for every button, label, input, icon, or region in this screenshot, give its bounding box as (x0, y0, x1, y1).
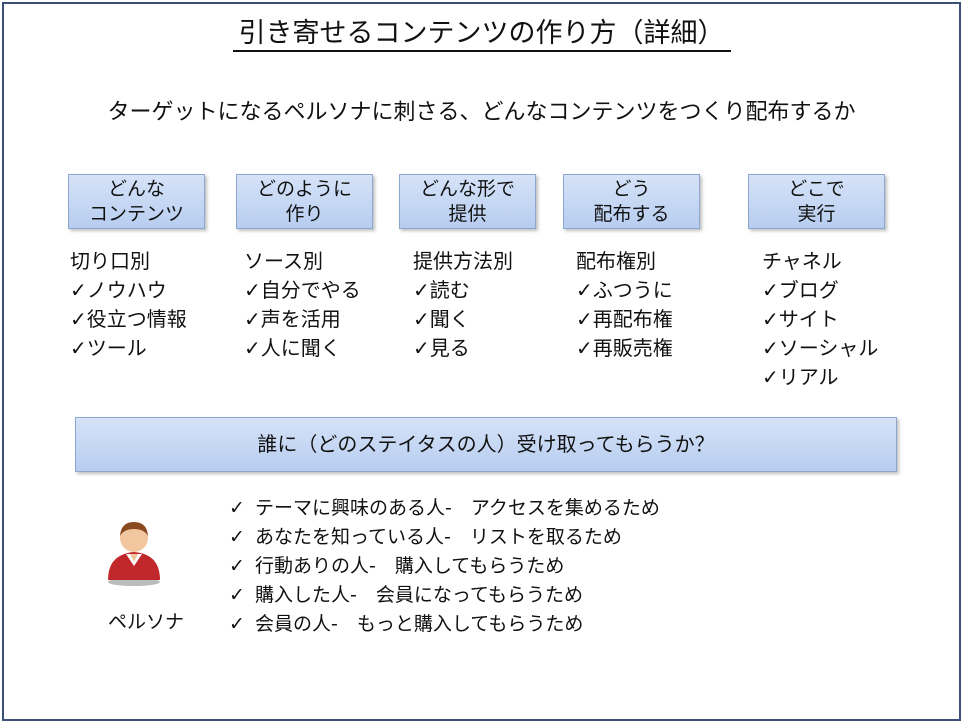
category-list-distribution: 配布権別 ✓ふつうに ✓再配布権 ✓再販売権 (576, 247, 673, 363)
category-label-line2: 提供 (448, 203, 487, 225)
person-icon (104, 514, 164, 586)
list-item: ✓再販売権 (576, 336, 673, 360)
category-box-distribution: どう 配布する (563, 174, 700, 229)
category-label-line1: どのように (256, 178, 352, 200)
category-box-format: どんな形で 提供 (399, 174, 536, 229)
page-title-text: 引き寄せるコンテンツの作り方（詳細） (232, 18, 731, 52)
category-label-line2: コンテンツ (88, 203, 184, 225)
list-item: ✓ 購入した人- 会員になってもらうため (229, 581, 660, 610)
list-item: ✓ テーマに興味のある人- アクセスを集めるため (229, 494, 660, 523)
target-text: あなたを知っている人- リストを取るため (255, 526, 622, 548)
target-text: 会員の人- もっと購入してもらうため (255, 613, 584, 635)
target-question-banner: 誰に（どのステイタスの人）受け取ってもらうか？ (75, 417, 897, 472)
check-icon: ✓ (229, 555, 245, 577)
category-list-content: 切り口別 ✓ノウハウ ✓役立つ情報 ✓ツール (70, 247, 187, 363)
category-label-line2: 作り (285, 203, 324, 225)
list-item: ✓ノウハウ (70, 278, 167, 302)
target-text: 購入した人- 会員になってもらうため (255, 584, 583, 606)
category-label-line2: 実行 (797, 203, 836, 225)
category-list-channel: チャネル ✓ブログ ✓サイト ✓ソーシャル ✓リアル (762, 247, 878, 392)
subtitle: ターゲットになるペルソナに刺さる、どんなコンテンツをつくり配布するか (107, 100, 856, 125)
category-label-line1: どんな形で (419, 178, 515, 200)
category-heading: 配布権別 (576, 249, 656, 273)
category-label-line1: どんな (107, 178, 165, 200)
list-item: ✓ 会員の人- もっと購入してもらうため (229, 610, 660, 639)
list-item: ✓自分でやる (244, 278, 361, 302)
target-text: 行動ありの人- 購入してもらうため (255, 555, 565, 577)
list-item: ✓ブログ (762, 278, 839, 302)
slide: 引き寄せるコンテンツの作り方（詳細） ターゲットになるペルソナに刺さる、どんなコ… (2, 2, 961, 721)
list-item: ✓再配布権 (576, 307, 673, 331)
persona-label: ペルソナ (108, 611, 185, 633)
category-heading: 提供方法別 (413, 249, 513, 273)
list-item: ✓人に聞く (244, 336, 341, 360)
target-list: ✓ テーマに興味のある人- アクセスを集めるため ✓ あなたを知っている人- リスト… (229, 494, 660, 639)
page-title: 引き寄せるコンテンツの作り方（詳細） (4, 16, 959, 52)
list-item: ✓ソーシャル (762, 336, 879, 360)
category-list-format: 提供方法別 ✓読む ✓聞く ✓見る (413, 247, 513, 363)
list-item: ✓見る (413, 336, 470, 360)
list-item: ✓ あなたを知っている人- リストを取るため (229, 523, 660, 552)
category-label-line2: 配布する (593, 203, 670, 225)
list-item: ✓サイト (762, 307, 839, 331)
category-label-line1: どう (612, 178, 651, 200)
check-icon: ✓ (229, 526, 245, 548)
category-label-line1: どこで (788, 178, 845, 200)
list-item: ✓ツール (70, 336, 147, 360)
list-item: ✓ふつうに (576, 278, 673, 302)
list-item: ✓ 行動ありの人- 購入してもらうため (229, 552, 660, 581)
list-item: ✓役立つ情報 (70, 307, 187, 331)
check-icon: ✓ (229, 497, 245, 519)
check-icon: ✓ (229, 584, 245, 606)
check-icon: ✓ (229, 613, 245, 635)
category-heading: チャネル (762, 249, 842, 273)
category-box-channel: どこで 実行 (748, 174, 885, 229)
target-text: テーマに興味のある人- アクセスを集めるため (255, 497, 660, 519)
list-item: ✓声を活用 (244, 307, 341, 331)
category-box-content: どんな コンテンツ (68, 174, 205, 229)
category-list-source: ソース別 ✓自分でやる ✓声を活用 ✓人に聞く (244, 247, 361, 363)
list-item: ✓聞く (413, 307, 470, 331)
category-heading: ソース別 (244, 249, 323, 273)
list-item: ✓読む (413, 278, 470, 302)
category-heading: 切り口別 (70, 249, 150, 273)
list-item: ✓リアル (762, 365, 839, 389)
category-box-source: どのように 作り (236, 174, 373, 229)
